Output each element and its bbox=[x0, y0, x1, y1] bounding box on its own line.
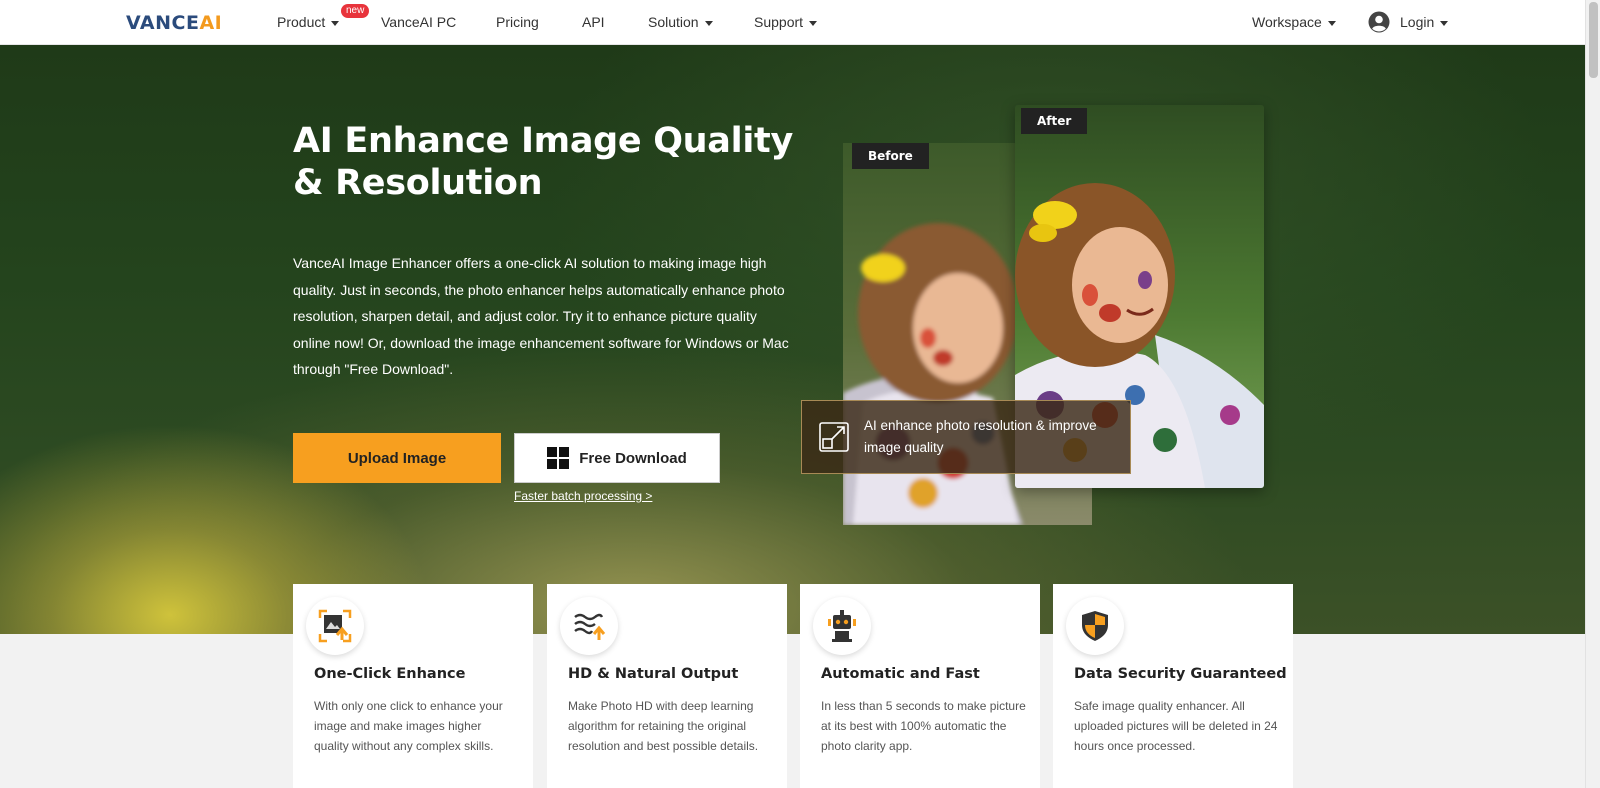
top-navigation: VANCEAI Product new VanceAI PC Pricing A… bbox=[0, 0, 1585, 45]
upload-image-button[interactable]: Upload Image bbox=[293, 433, 501, 483]
feature-card-data-security: Data Security Guaranteed Safe image qual… bbox=[1053, 584, 1293, 788]
robot-icon bbox=[813, 597, 871, 655]
nav-workspace[interactable]: Workspace bbox=[1252, 14, 1336, 30]
nav-product[interactable]: Product bbox=[277, 14, 340, 30]
shield-icon bbox=[1066, 597, 1124, 655]
feature-description: In less than 5 seconds to make picture a… bbox=[821, 699, 1026, 753]
user-avatar-icon[interactable] bbox=[1368, 11, 1390, 33]
compare-caption-text: AI enhance photo resolution & improve im… bbox=[864, 418, 1097, 455]
nav-support-label: Support bbox=[754, 14, 804, 30]
nav-pricing[interactable]: Pricing bbox=[496, 14, 539, 30]
free-download-button[interactable]: Free Download bbox=[514, 433, 720, 483]
logo-text-vance: VANCE bbox=[126, 12, 200, 34]
chevron-down-icon bbox=[1327, 20, 1336, 26]
feature-card-hd-output: HD & Natural Output Make Photo HD with d… bbox=[547, 584, 787, 788]
expand-icon bbox=[819, 422, 849, 452]
waves-upgrade-icon bbox=[560, 597, 618, 655]
new-badge: new bbox=[341, 4, 370, 18]
feature-title: Automatic and Fast bbox=[821, 666, 980, 682]
chevron-down-icon bbox=[704, 20, 713, 26]
chevron-down-icon bbox=[331, 20, 340, 26]
nav-login-label: Login bbox=[1400, 14, 1435, 30]
page-title: AI Enhance Image Quality & Resolution bbox=[293, 121, 793, 203]
nav-solution-label: Solution bbox=[648, 14, 699, 30]
feature-description: With only one click to enhance your imag… bbox=[314, 699, 503, 753]
feature-card-automatic: Automatic and Fast In less than 5 second… bbox=[800, 584, 1040, 788]
feature-description: Make Photo HD with deep learning algorit… bbox=[568, 699, 759, 753]
nav-solution[interactable]: Solution bbox=[648, 14, 713, 30]
compare-caption: AI enhance photo resolution & improve im… bbox=[801, 400, 1131, 474]
logo-text-ai: AI bbox=[199, 12, 223, 34]
batch-processing-link[interactable]: Faster batch processing > bbox=[514, 489, 652, 503]
feature-card-one-click: One-Click Enhance With only one click to… bbox=[293, 584, 533, 788]
nav-support[interactable]: Support bbox=[754, 14, 818, 30]
nav-workspace-label: Workspace bbox=[1252, 14, 1322, 30]
nav-product-label: Product bbox=[277, 14, 326, 30]
feature-title: One-Click Enhance bbox=[314, 666, 466, 682]
feature-description: Safe image quality enhancer. All uploade… bbox=[1074, 699, 1278, 753]
hero-description: VanceAI Image Enhancer offers a one-clic… bbox=[293, 255, 789, 377]
nav-login[interactable]: Login bbox=[1400, 14, 1449, 30]
vanceai-logo[interactable]: VANCEAI bbox=[126, 12, 222, 34]
enhance-image-icon bbox=[306, 597, 364, 655]
scrollbar-thumb[interactable] bbox=[1589, 2, 1598, 78]
nav-vanceai-pc[interactable]: VanceAI PC bbox=[381, 14, 456, 30]
chevron-down-icon bbox=[809, 20, 818, 26]
before-label: Before bbox=[852, 143, 929, 169]
free-download-label: Free Download bbox=[579, 449, 687, 467]
nav-api[interactable]: API bbox=[582, 14, 605, 30]
windows-icon bbox=[547, 447, 570, 469]
feature-title: Data Security Guaranteed bbox=[1074, 666, 1287, 682]
feature-title: HD & Natural Output bbox=[568, 666, 739, 682]
page-scrollbar[interactable] bbox=[1585, 0, 1600, 788]
after-label: After bbox=[1021, 108, 1088, 134]
chevron-down-icon bbox=[1440, 20, 1449, 26]
